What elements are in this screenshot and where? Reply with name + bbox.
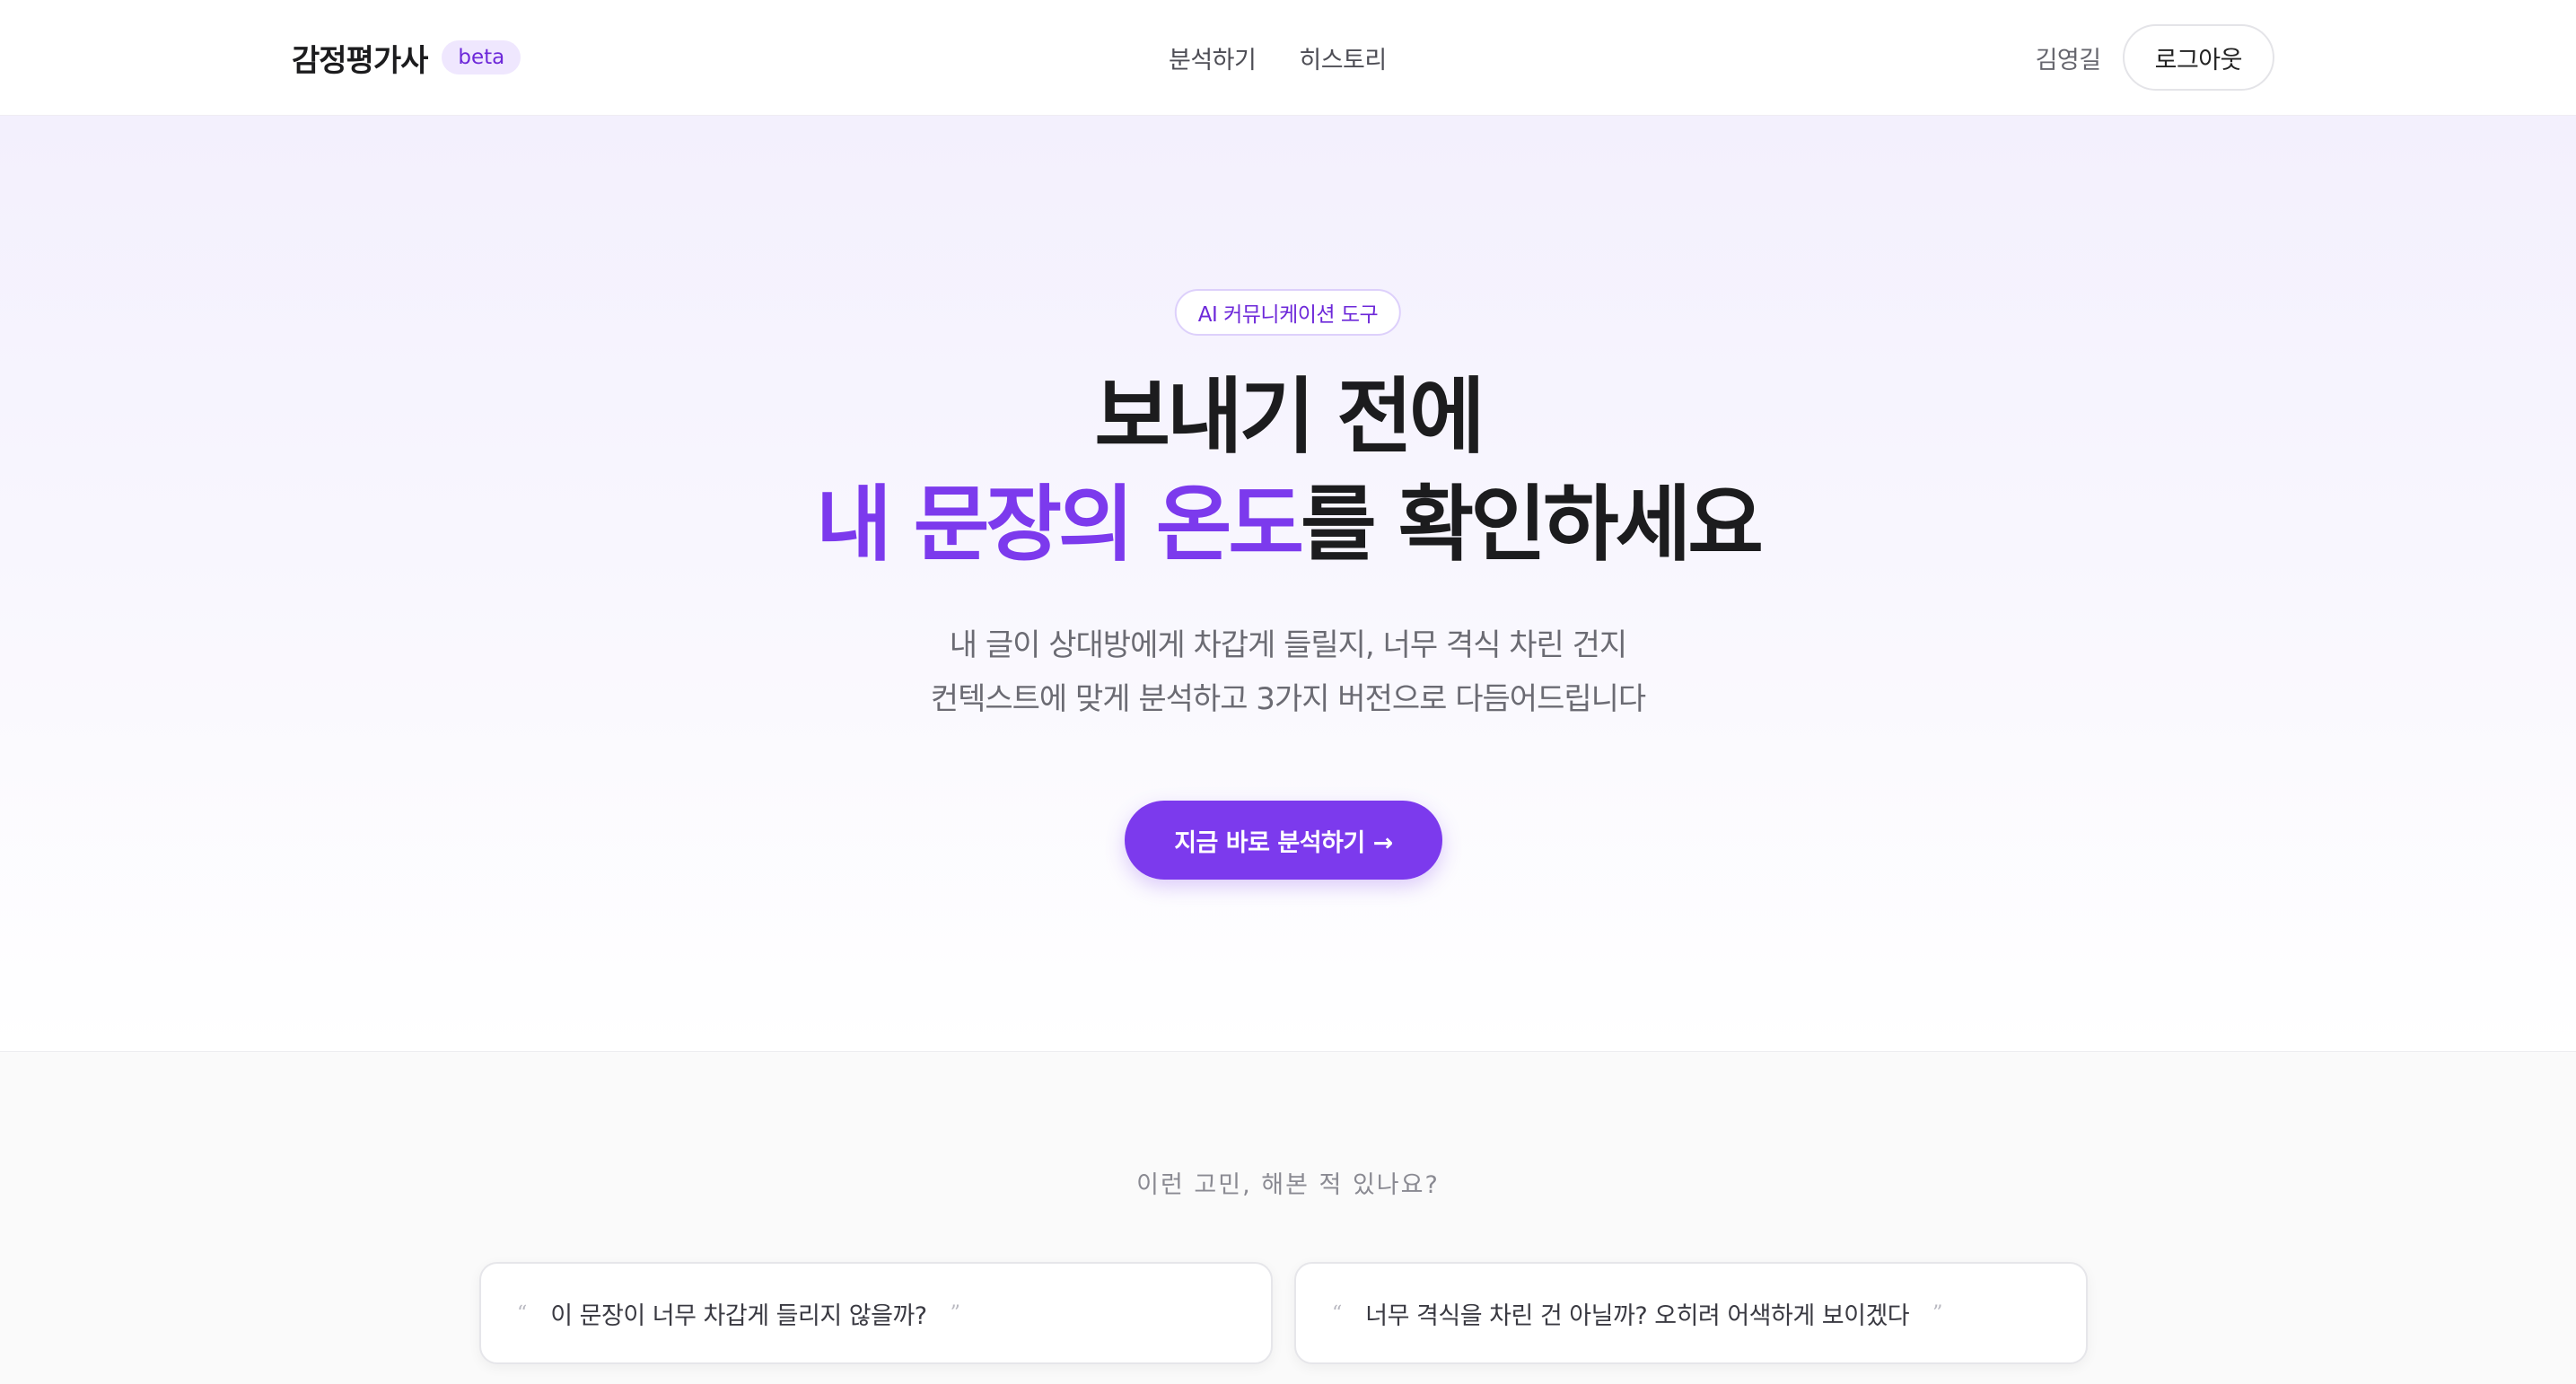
concern-card: “ 이 문장이 너무 차갑게 들리지 않을까? ” xyxy=(479,1262,1273,1364)
hero-title: 보내기 전에 내 문장의 온도를 확인하세요 xyxy=(0,364,2576,579)
hero-subtitle: 내 글이 상대방에게 차갑게 들릴지, 너무 격식 차린 건지 컨텍스트에 맞게… xyxy=(0,618,2576,726)
top-nav-bar: 감정평가사 beta 분석하기 히스토리 김영길 로그아웃 xyxy=(0,0,2576,116)
concern-text: 너무 격식을 차린 건 아닐까? 오히려 어색하게 보이겠다 xyxy=(1365,1301,1910,1330)
nav-link-analyze[interactable]: 분석하기 xyxy=(1169,40,1257,75)
concern-text: 이 문장이 너무 차갑게 들리지 않을까? xyxy=(550,1301,927,1330)
analyze-now-button[interactable]: 지금 바로 분석하기 → xyxy=(1125,801,1442,880)
brand[interactable]: 감정평가사 beta xyxy=(292,32,521,83)
hero-tag-badge: AI 커뮤니케이션 도구 xyxy=(1174,289,1402,336)
hero-section: AI 커뮤니케이션 도구 보내기 전에 내 문장의 온도를 확인하세요 내 글이… xyxy=(0,116,2576,1052)
close-quote-icon: ” xyxy=(950,1301,960,1325)
hero-title-rest: 를 확인하세요 xyxy=(1301,477,1764,573)
user-area: 김영길 로그아웃 xyxy=(2036,23,2274,92)
hero-title-accent: 내 문장의 온도 xyxy=(816,477,1304,573)
beta-badge: beta xyxy=(442,40,521,74)
nav-link-history[interactable]: 히스토리 xyxy=(1299,40,1387,75)
hero-subtitle-line2: 컨텍스트에 맞게 분석하고 3가지 버전으로 다듬어드립니다 xyxy=(930,681,1646,717)
main-nav: 분석하기 히스토리 xyxy=(1169,32,1387,83)
concern-card: “ 너무 격식을 차린 건 아닐까? 오히려 어색하게 보이겠다 ” xyxy=(1294,1262,2088,1364)
close-quote-icon: ” xyxy=(1932,1301,1943,1325)
open-quote-icon: “ xyxy=(517,1301,528,1325)
hero-title-line1: 보내기 전에 xyxy=(1094,369,1485,465)
brand-logo-text: 감정평가사 xyxy=(292,42,428,79)
concerns-heading: 이런 고민, 해본 적 있나요? xyxy=(1136,1171,1440,1199)
open-quote-icon: “ xyxy=(1332,1301,1343,1325)
logout-button[interactable]: 로그아웃 xyxy=(2122,24,2274,91)
concerns-section: 이런 고민, 해본 적 있나요? “ 이 문장이 너무 차갑게 들리지 않을까?… xyxy=(0,1052,2576,1384)
hero-subtitle-line1: 내 글이 상대방에게 차갑게 들릴지, 너무 격식 차린 건지 xyxy=(949,627,1627,663)
user-name: 김영길 xyxy=(2035,46,2102,74)
